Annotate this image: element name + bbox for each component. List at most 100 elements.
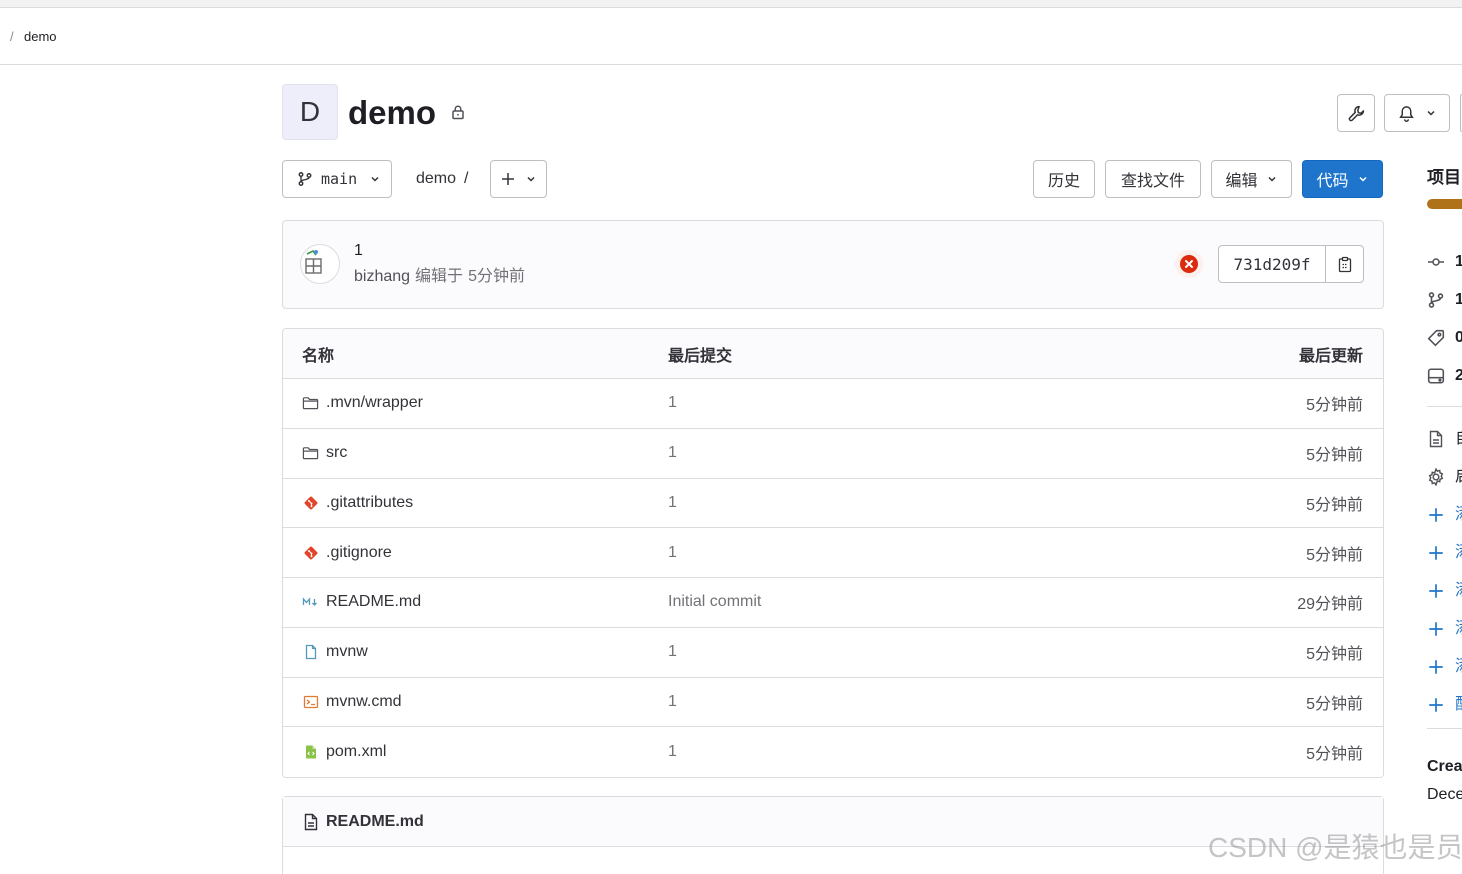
- sidebar-stat-tags[interactable]: 0: [1427, 328, 1462, 348]
- file-name[interactable]: src: [326, 444, 347, 462]
- branch-switcher[interactable]: main: [282, 160, 392, 198]
- sidebar-divider: [1427, 406, 1462, 407]
- table-row[interactable]: README.md Initial commit 29分钟前: [283, 578, 1383, 628]
- find-file-button[interactable]: 查找文件: [1105, 160, 1201, 198]
- plus-icon: [500, 171, 516, 187]
- file-last-commit[interactable]: 1: [668, 743, 1306, 761]
- file-last-commit[interactable]: 1: [668, 544, 1306, 562]
- branch-icon: [1427, 291, 1445, 309]
- file-last-commit[interactable]: 1: [668, 494, 1306, 512]
- commit-author[interactable]: bizhang: [354, 268, 410, 285]
- column-last-commit-header: 最后提交: [668, 347, 733, 365]
- commit-sha[interactable]: 731d209f: [1218, 245, 1326, 283]
- lock-icon: [450, 104, 466, 120]
- git-file-icon: [302, 545, 319, 561]
- file-last-update: 5分钟前: [1306, 546, 1363, 564]
- project-avatar: D: [282, 84, 338, 140]
- branch-icon: [297, 171, 313, 187]
- author-avatar[interactable]: [300, 244, 340, 284]
- table-row[interactable]: .mvn/wrapper 1 5分钟前: [283, 379, 1383, 429]
- chevron-down-icon: [1357, 173, 1369, 185]
- table-row[interactable]: mvnw.cmd 1 5分钟前: [283, 677, 1383, 728]
- commit-meta: bizhang 编辑于 5分钟前: [354, 266, 530, 288]
- doc-icon: [1427, 430, 1445, 448]
- browser-top-strip: [0, 0, 1462, 8]
- table-row[interactable]: .gitignore 1 5分钟前: [283, 528, 1383, 578]
- file-last-commit[interactable]: 1: [668, 643, 1306, 661]
- readme-header: README.md: [283, 797, 1383, 847]
- file-last-update: 5分钟前: [1306, 397, 1363, 415]
- sidebar-stat-value: 0: [1455, 329, 1462, 346]
- column-name-header: 名称: [302, 347, 335, 365]
- file-name[interactable]: .gitattributes: [326, 494, 413, 512]
- path-root-link[interactable]: demo: [416, 170, 456, 187]
- folder-icon: [302, 395, 319, 411]
- sidebar-stat-storage: 2: [1427, 366, 1462, 386]
- table-row[interactable]: src 1 5分钟前: [283, 428, 1383, 479]
- file-name[interactable]: mvnw: [326, 643, 368, 661]
- markdown-file-icon: [302, 594, 319, 610]
- storage-icon: [1427, 367, 1445, 385]
- file-icon: [302, 644, 319, 660]
- table-row[interactable]: .gitattributes 1 5分钟前: [283, 478, 1383, 529]
- copy-sha-button[interactable]: [1326, 245, 1364, 283]
- branch-name: main: [321, 170, 358, 188]
- chevron-down-icon: [1266, 173, 1278, 185]
- plus-icon: [1427, 582, 1445, 600]
- sidebar-stat-commits[interactable]: 1: [1427, 252, 1462, 272]
- table-header: 名称 最后提交 最后更新: [283, 329, 1383, 379]
- file-last-commit[interactable]: 1: [668, 444, 1306, 462]
- status-failed-icon[interactable]: [1174, 249, 1204, 279]
- file-name[interactable]: .mvn/wrapper: [326, 394, 423, 412]
- commit-icon: [1427, 253, 1445, 271]
- bell-icon: [1398, 105, 1415, 122]
- sidebar-add-link[interactable]: 添: [1427, 581, 1462, 601]
- sidebar-link-readme[interactable]: 自: [1427, 429, 1462, 449]
- commit-time: 5分钟前: [468, 268, 525, 285]
- file-last-update: 5分钟前: [1306, 496, 1363, 514]
- commit-title[interactable]: 1: [354, 241, 363, 261]
- sidebar-add-link[interactable]: 添: [1427, 505, 1462, 525]
- sidebar-configure-link[interactable]: 配: [1427, 695, 1462, 715]
- sidebar-stat-value: 2: [1455, 367, 1462, 384]
- file-name[interactable]: README.md: [326, 593, 421, 611]
- file-last-commit[interactable]: 1: [668, 394, 1306, 412]
- table-row[interactable]: pom.xml 1 5分钟前: [283, 727, 1383, 777]
- sidebar-stat-value: 1: [1455, 291, 1462, 308]
- commit-sha-group: 731d209f: [1218, 245, 1364, 283]
- doc-icon: [303, 813, 319, 831]
- project-title: demo: [348, 94, 437, 131]
- table-row[interactable]: mvnw 1 5分钟前: [283, 627, 1383, 678]
- sidebar-link-settings[interactable]: 启: [1427, 467, 1462, 487]
- file-last-update: 5分钟前: [1306, 447, 1363, 465]
- file-name[interactable]: .gitignore: [326, 544, 392, 562]
- notifications-dropdown[interactable]: [1384, 94, 1450, 132]
- commit-action: 编辑于: [415, 268, 464, 285]
- code-dropdown[interactable]: 代码: [1302, 160, 1383, 198]
- chevron-down-icon: [1425, 107, 1437, 119]
- history-button[interactable]: 历史: [1033, 160, 1095, 198]
- chevron-down-icon: [369, 173, 381, 185]
- sidebar-add-link[interactable]: 添: [1427, 543, 1462, 563]
- readme-title[interactable]: README.md: [326, 813, 424, 831]
- file-last-commit[interactable]: Initial commit: [668, 593, 1297, 611]
- sidebar-link-label: 添: [1455, 543, 1462, 563]
- file-last-update: 5分钟前: [1306, 746, 1363, 764]
- add-to-tree-dropdown[interactable]: [490, 160, 547, 198]
- sidebar-add-link[interactable]: 添: [1427, 657, 1462, 677]
- sidebar-add-link[interactable]: 添: [1427, 619, 1462, 639]
- language-bar[interactable]: [1427, 199, 1462, 209]
- plus-icon: [1427, 696, 1445, 714]
- file-name[interactable]: mvnw.cmd: [326, 693, 402, 711]
- breadcrumb-current[interactable]: demo: [24, 28, 57, 46]
- edit-dropdown[interactable]: 编辑: [1211, 160, 1292, 198]
- file-last-update: 5分钟前: [1306, 695, 1363, 713]
- wrench-icon: [1348, 105, 1365, 122]
- project-settings-button[interactable]: [1337, 94, 1375, 132]
- sidebar-stat-branches[interactable]: 1: [1427, 290, 1462, 310]
- file-last-commit[interactable]: 1: [668, 693, 1306, 711]
- edit-label: 编辑: [1225, 173, 1258, 190]
- file-name[interactable]: pom.xml: [326, 743, 386, 761]
- repository-path: demo /: [416, 160, 468, 198]
- plus-icon: [1427, 544, 1445, 562]
